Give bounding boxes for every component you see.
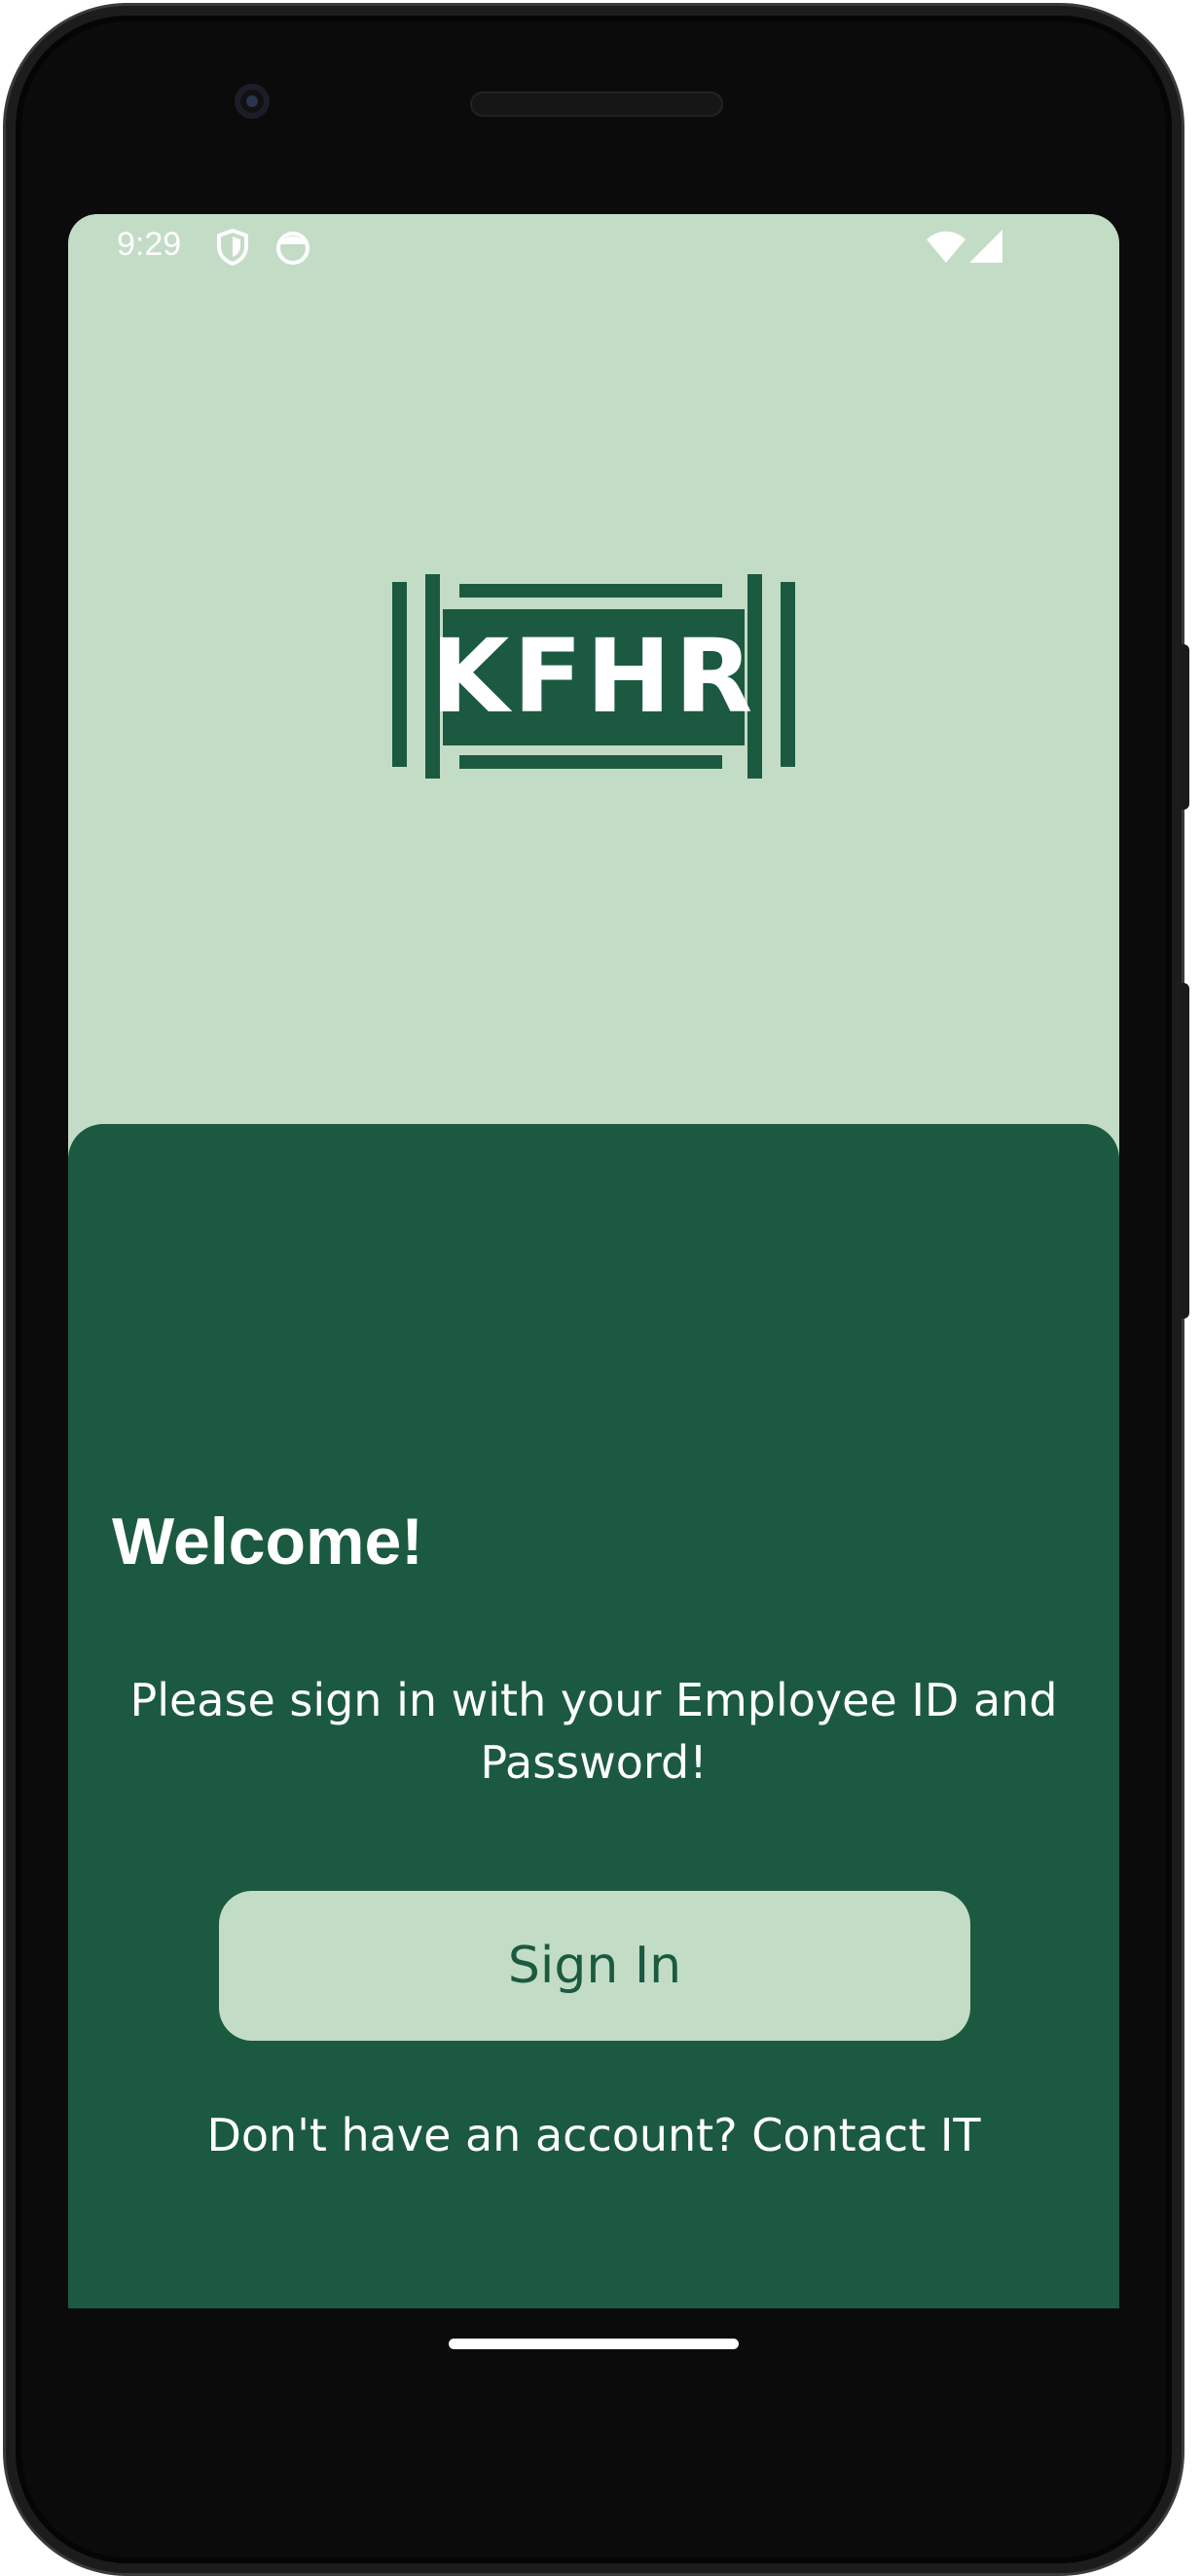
face-icon <box>274 228 311 272</box>
login-sheet: Welcome! Please sign in with your Employ… <box>68 1124 1119 2308</box>
volume-button <box>1180 644 1189 810</box>
contact-it-link[interactable]: Don't have an account? Contact IT <box>107 2109 1080 2161</box>
status-time: 9:29 <box>117 226 182 263</box>
logo-text: KFHR <box>430 617 757 736</box>
signin-prompt: Please sign in with your Employee ID and… <box>129 1674 1058 1789</box>
sign-in-button[interactable]: Sign In <box>219 1891 970 2041</box>
welcome-title: Welcome! <box>112 1505 423 1578</box>
app-screen: 9:29 KFHR Welcome! Please sign in with y… <box>68 214 1119 2308</box>
device-frame: 9:29 KFHR Welcome! Please sign in with y… <box>0 0 1202 2576</box>
status-bar: 9:29 <box>68 214 1119 282</box>
earpiece-speaker <box>470 91 723 117</box>
kfhr-logo: KFHR <box>389 574 798 779</box>
cell-signal-icon <box>967 228 1004 272</box>
wifi-icon <box>925 228 967 272</box>
front-camera <box>235 84 270 119</box>
gesture-nav-bar <box>68 2308 1119 2406</box>
shield-icon <box>216 228 249 272</box>
power-button <box>1180 983 1189 1319</box>
home-indicator[interactable] <box>449 2339 739 2349</box>
